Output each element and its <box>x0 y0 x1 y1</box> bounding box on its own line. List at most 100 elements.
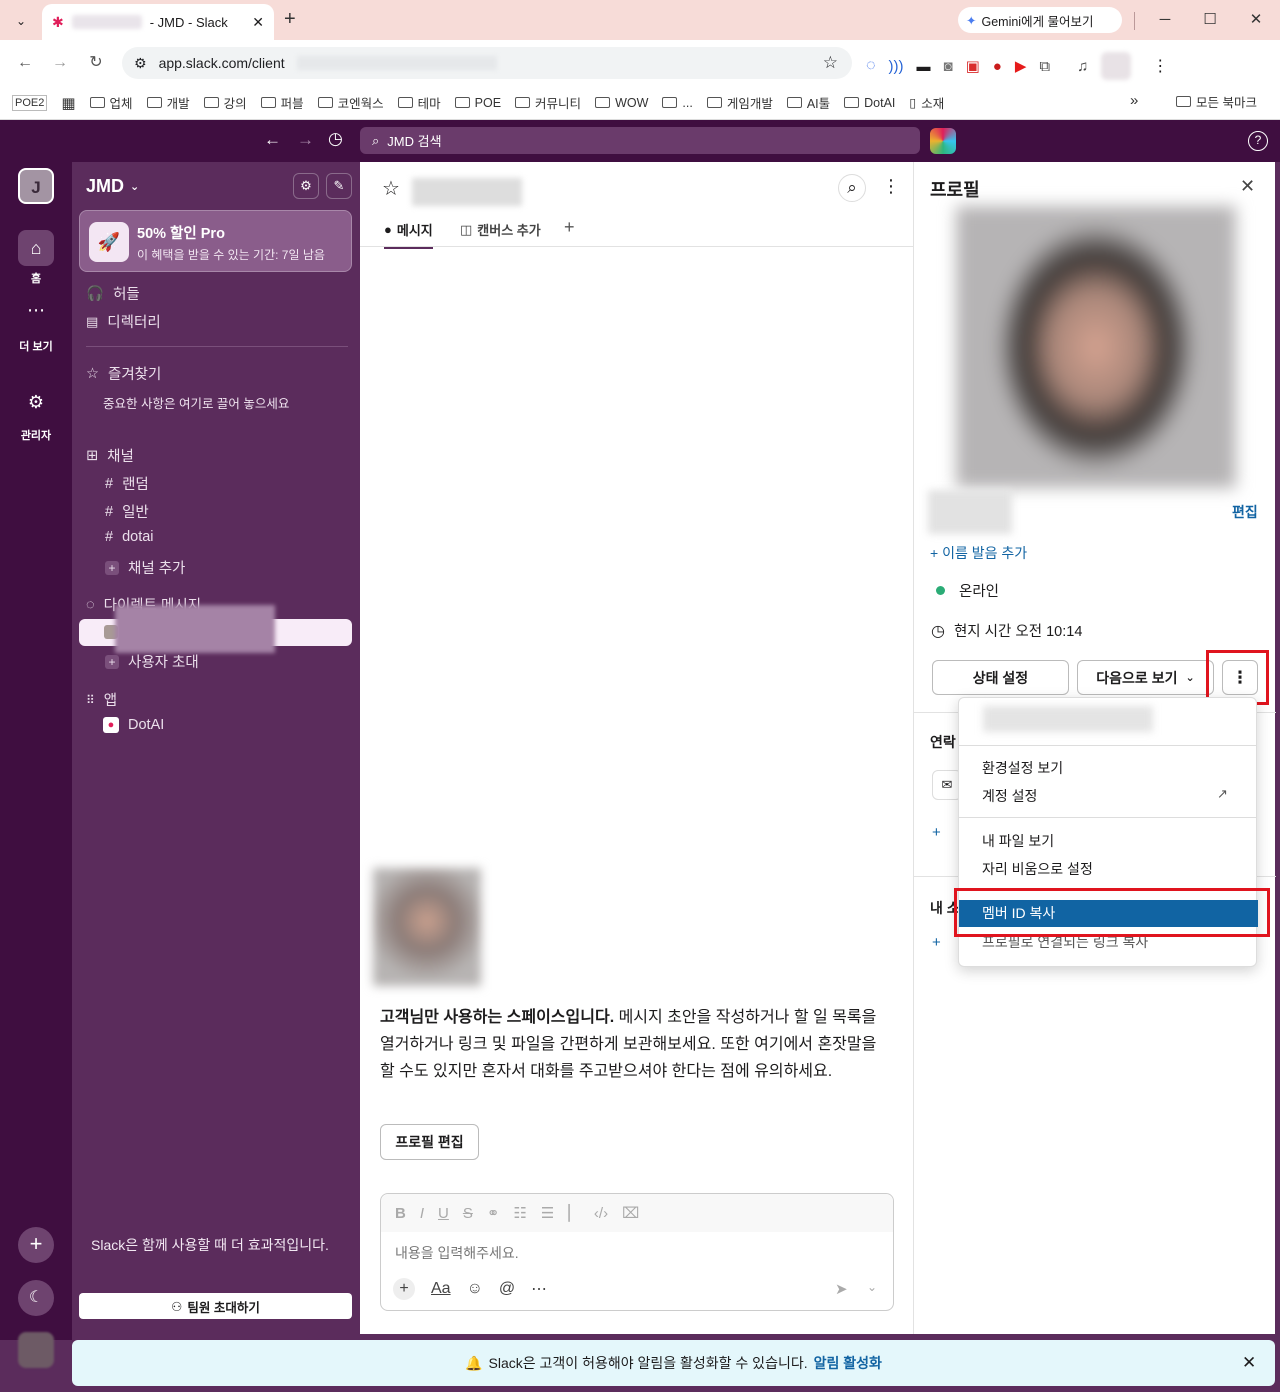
help-icon[interactable]: ? <box>1248 131 1268 151</box>
media-control-icon[interactable]: ♫ <box>1077 58 1088 75</box>
close-banner-icon[interactable]: ✕ <box>1242 1353 1256 1373</box>
extension-wave-icon[interactable]: ))) <box>889 58 904 75</box>
history-clock-icon[interactable]: ◷ <box>328 129 343 149</box>
bookmark-folder[interactable]: 테마 <box>397 93 441 112</box>
sidebar-item-huddle[interactable]: 🎧 허들 <box>86 283 140 304</box>
extension-ring-icon[interactable]: ◌ <box>866 57 876 75</box>
browser-menu-icon[interactable]: ⋮ <box>1152 56 1168 76</box>
sidebar-favorites-header[interactable]: ☆ 즐겨찾기 <box>86 363 161 384</box>
forward-icon[interactable]: → <box>49 52 71 74</box>
menu-item-preferences[interactable]: 환경설정 보기 <box>982 758 1063 778</box>
bookmark-star-icon[interactable]: ☆ <box>823 53 838 73</box>
tab-search-button[interactable]: ⌄ <box>10 10 32 32</box>
quote-icon[interactable]: ▏ <box>568 1204 580 1222</box>
more-bookmarks-icon[interactable]: » <box>1130 92 1138 109</box>
close-window-icon[interactable]: ✕ <box>1241 8 1271 32</box>
invite-team-button[interactable]: ⚇ 팀원 초대하기 <box>79 1293 352 1319</box>
bookmark-folder[interactable]: 퍼블 <box>260 93 304 112</box>
extension-play-icon[interactable]: ▶ <box>1015 57 1027 75</box>
close-profile-icon[interactable]: ✕ <box>1240 176 1255 197</box>
gemini-button[interactable]: ✦ Gemini에게 물어보기 <box>958 7 1122 33</box>
workspace-name[interactable]: JMD ⌄ <box>86 176 139 197</box>
sidebar-item-app[interactable]: ● DotAI <box>103 717 164 733</box>
ordered-list-icon[interactable]: ☷ <box>513 1204 526 1222</box>
bookmark-poe2[interactable]: POE2 <box>12 94 48 111</box>
bookmark-folder[interactable]: 강의 <box>203 93 247 112</box>
more-icon[interactable]: ⋯ <box>18 300 54 330</box>
user-avatar[interactable] <box>18 1332 54 1368</box>
code-icon[interactable]: ‹/› <box>594 1205 608 1222</box>
bookmark-folder[interactable]: 코엔웍스 <box>317 93 384 112</box>
emoji-icon[interactable]: ☺ <box>467 1280 483 1298</box>
home-icon[interactable]: ⌂ <box>18 230 54 266</box>
workspace-search[interactable]: ⌕ JMD 검색 <box>360 127 920 154</box>
site-info-icon[interactable]: ⚙ <box>134 55 147 72</box>
bullet-list-icon[interactable]: ☰ <box>541 1204 554 1222</box>
edit-profile-button[interactable]: 프로필 편집 <box>380 1124 479 1160</box>
pro-promo-card[interactable]: 🚀 50% 할인 Pro 이 혜택을 받을 수 있는 기간: 7일 남음 <box>79 210 352 272</box>
dark-mode-icon[interactable]: ☾ <box>18 1280 54 1316</box>
workspace-avatar[interactable]: J <box>18 168 54 204</box>
all-bookmarks[interactable]: 모든 북마크 <box>1176 92 1257 111</box>
menu-item-set-away[interactable]: 자리 비움으로 설정 <box>982 859 1093 879</box>
channel-search-icon[interactable]: ⌕ <box>838 174 866 202</box>
extension-red-icon[interactable]: ● <box>993 58 1002 75</box>
reload-icon[interactable]: ↻ <box>85 52 107 74</box>
compose-icon[interactable]: ✎ <box>326 173 352 199</box>
sidebar-item-channel[interactable]: # 일반 <box>105 501 149 522</box>
history-back-icon[interactable]: ← <box>264 130 281 150</box>
admin-gear-icon[interactable]: ⚙ <box>18 392 54 422</box>
bookmark-folder[interactable]: AI툴 <box>786 93 830 112</box>
bookmark-link[interactable]: ▯ 소재 <box>909 93 944 112</box>
apps-grid-icon[interactable]: ▦ <box>61 94 75 112</box>
edit-profile-link[interactable]: 편집 <box>1232 502 1258 522</box>
extensions-puzzle-icon[interactable]: ⧉ <box>1039 58 1050 75</box>
extension-record-icon[interactable]: ▣ <box>966 57 980 75</box>
underline-icon[interactable]: U <box>438 1205 449 1222</box>
send-options-icon[interactable]: ⌄ <box>867 1280 877 1294</box>
code-block-icon[interactable]: ⌧ <box>622 1204 639 1222</box>
settings-gear-icon[interactable]: ⚙ <box>293 173 319 199</box>
new-tab-button[interactable]: + <box>284 8 296 31</box>
bookmark-folder[interactable]: POE <box>454 96 501 110</box>
sidebar-item-directory[interactable]: ▤ 디렉터리 <box>86 311 161 332</box>
view-as-button[interactable]: 다음으로 보기 ⌄ <box>1077 660 1214 695</box>
tab-canvas[interactable]: ◫ 캔버스 추가 <box>460 220 541 239</box>
format-aa-icon[interactable]: Aa <box>431 1280 451 1298</box>
back-icon[interactable]: ← <box>14 52 36 74</box>
more-actions-icon[interactable]: ⋯ <box>531 1279 547 1299</box>
extension-camera-icon[interactable]: ◙ <box>944 58 953 75</box>
invite-user[interactable]: + 사용자 초대 <box>105 651 199 672</box>
enable-notifications-link[interactable]: 알림 활성화 <box>814 1353 882 1373</box>
star-channel-icon[interactable]: ☆ <box>382 176 400 201</box>
sidebar-item-channel[interactable]: # 랜덤 <box>105 473 149 494</box>
bold-icon[interactable]: B <box>395 1205 406 1222</box>
add-tab-icon[interactable]: + <box>564 217 575 238</box>
menu-item-account-settings[interactable]: 계정 설정 <box>982 786 1037 806</box>
history-forward-icon[interactable]: → <box>297 130 314 150</box>
bookmark-folder[interactable]: ... <box>662 96 693 110</box>
send-icon[interactable]: ➤ <box>835 1280 848 1298</box>
profile-avatar-blurred[interactable] <box>1101 52 1132 80</box>
close-tab-icon[interactable]: ✕ <box>252 14 264 31</box>
add-pronunciation-link[interactable]: + 이름 발음 추가 <box>930 543 1027 563</box>
mention-icon[interactable]: @ <box>499 1280 515 1298</box>
bookmark-folder[interactable]: DotAI <box>844 96 895 110</box>
italic-icon[interactable]: I <box>420 1205 424 1222</box>
add-about-plus-icon[interactable]: + <box>932 934 941 951</box>
maximize-icon[interactable]: ☐ <box>1195 8 1225 32</box>
minimize-icon[interactable]: ─ <box>1150 8 1180 32</box>
set-status-button[interactable]: 상태 설정 <box>932 660 1069 695</box>
bookmark-folder[interactable]: 개발 <box>146 93 190 112</box>
add-channel[interactable]: + 채널 추가 <box>105 557 185 578</box>
address-bar[interactable]: ⚙ app.slack.com/client ☆ <box>122 47 852 79</box>
menu-item-my-files[interactable]: 내 파일 보기 <box>982 831 1054 851</box>
channel-more-icon[interactable]: ⋮ <box>882 176 900 197</box>
bookmark-folder[interactable]: 커뮤니티 <box>515 93 581 112</box>
ai-assistant-icon[interactable] <box>930 128 956 154</box>
link-icon[interactable]: ⚭ <box>487 1204 500 1222</box>
browser-tab[interactable]: ✱ - JMD - Slack ✕ <box>42 4 274 40</box>
strike-icon[interactable]: S <box>463 1205 473 1222</box>
message-composer[interactable]: BIUS ⚭ ☷ ☰ ▏ ‹/› ⌧ 내용을 입력해주세요. + Aa ☺ @ ⋯ ➤ ⌄ <box>380 1193 894 1311</box>
extension-mask-icon[interactable]: ▬ <box>917 58 931 74</box>
